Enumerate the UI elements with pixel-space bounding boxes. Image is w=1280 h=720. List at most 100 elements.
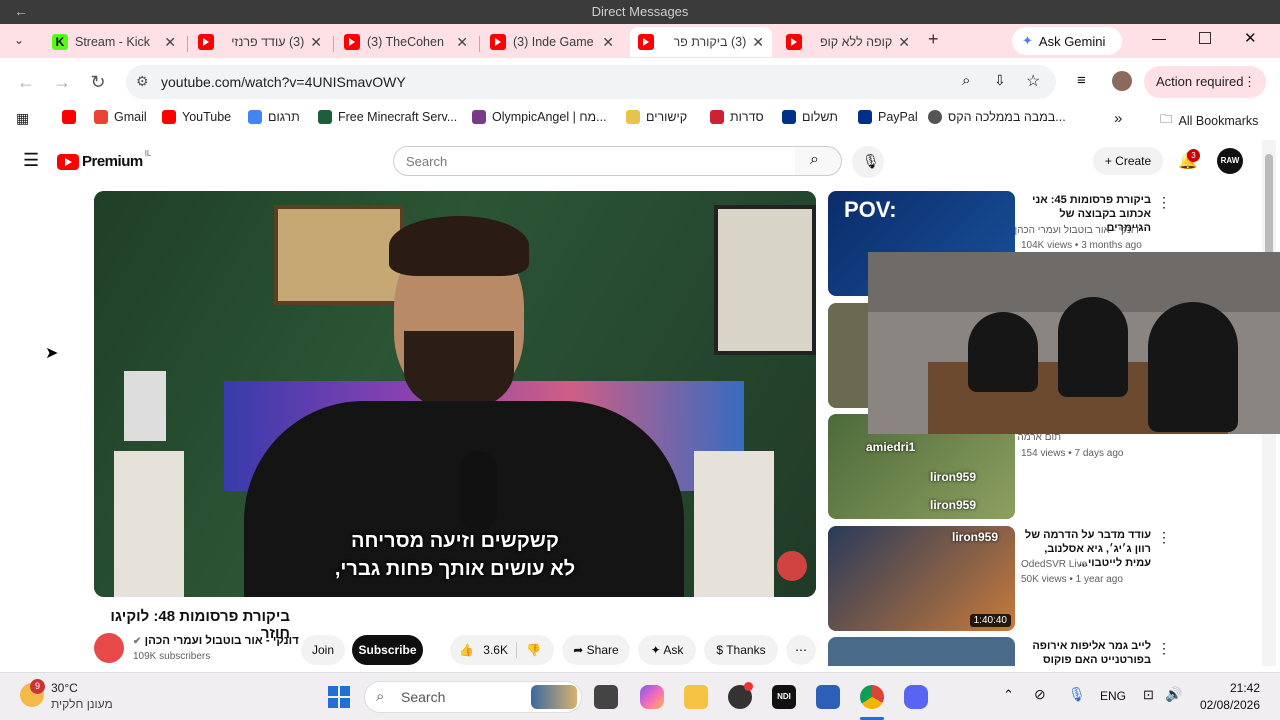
tray-app-icon[interactable]: ⊘ <box>1034 686 1046 703</box>
close-icon[interactable]: ✕ <box>602 34 614 51</box>
mic-icon: 🎙 <box>862 153 880 169</box>
tab-thecohen[interactable]: (3) TheCohen ✕ <box>336 27 476 57</box>
chrome-icon[interactable] <box>860 685 884 709</box>
hamburger-menu-icon[interactable]: ☰ <box>23 150 39 171</box>
rec-menu-kebab-icon[interactable]: ⋮ <box>1157 640 1171 657</box>
subscribe-button[interactable]: Subscribe <box>352 635 423 665</box>
back-button[interactable]: ← <box>14 70 38 94</box>
bookmark-gmail[interactable]: Gmail <box>94 110 147 124</box>
maximize-icon[interactable] <box>1199 32 1211 44</box>
bookmark-paypal[interactable]: PayPal <box>858 110 918 124</box>
bookmark-star-icon[interactable]: ☆ <box>1026 71 1040 91</box>
install-app-icon[interactable]: ⇩ <box>994 72 1006 89</box>
video-player[interactable]: קשקשים וזיעה מסריחה לא עושים אותך פחות ג… <box>94 191 816 597</box>
voice-search-button[interactable]: 🎙 <box>852 146 884 178</box>
create-button[interactable]: + Create <box>1093 147 1163 175</box>
discord-icon[interactable] <box>904 685 928 709</box>
weather-temp[interactable]: 30°C <box>51 681 78 695</box>
new-tab-button[interactable]: + <box>928 29 939 50</box>
apps-grid-icon[interactable]: ▦ <box>16 110 29 127</box>
channel-name[interactable]: דונקי - אור בוטבול ועמרי הכהן ✔ <box>133 635 299 647</box>
site-info-icon[interactable]: ⚙ <box>136 73 149 90</box>
minimize-icon[interactable]: — <box>1152 30 1166 46</box>
bookmark-translate[interactable]: תרגום <box>248 110 300 124</box>
mic-tray-icon[interactable]: 🎙 <box>1068 686 1086 703</box>
ask-button[interactable]: ✦ Ask <box>638 635 696 665</box>
ndi-icon[interactable]: NDI <box>772 685 796 709</box>
rec-channel[interactable]: דונקי - אור בוטבול ועמרי הכהן <box>1014 225 1139 236</box>
close-icon[interactable]: ✕ <box>898 34 910 51</box>
tab-label: Stream - Kick <box>75 35 151 49</box>
youtube-icon <box>638 34 654 50</box>
tab-inde-game[interactable]: (3) Inde Game ✕ <box>482 27 622 57</box>
windows-taskbar: 9 30°C מעונן חלקית ⌕ Search NDI ⌃ ⊘ 🎙 EN… <box>0 672 1280 720</box>
mouse-cursor-icon: ➤ <box>45 345 59 362</box>
media-control-icon[interactable]: ≡ <box>1077 72 1086 89</box>
close-icon[interactable]: ✕ <box>752 34 764 51</box>
subtitle-line: לא עושים אותך פחות גברי, <box>334 558 576 580</box>
bookmark-label: סדרות <box>730 110 764 124</box>
address-bar[interactable]: ⚙ youtube.com/watch?v=4UNISmavOWY ⌕ ⇩ ☆ <box>126 65 1056 99</box>
tab-oded[interactable]: (3) עודד פרנזי ✕ <box>190 27 330 57</box>
forward-button[interactable]: → <box>50 70 74 94</box>
channel-avatar[interactable] <box>94 633 124 663</box>
tab-kick[interactable]: K Stream - Kick ✕ <box>44 27 184 57</box>
account-avatar[interactable]: RAW <box>1217 148 1243 174</box>
bookmark-label: OlympicAngel | מח... <box>492 110 607 124</box>
like-count[interactable]: 3.6K <box>483 643 508 657</box>
reload-button[interactable]: ↻ <box>86 70 110 94</box>
more-actions-button[interactable]: ⋯ <box>786 635 816 665</box>
all-bookmarks[interactable]: 🗀 All Bookmarks <box>1160 110 1258 131</box>
tab-bikoret-active[interactable]: (3) ביקורת פר ✕ <box>630 27 772 57</box>
share-button[interactable]: ➦ Share <box>562 635 630 665</box>
join-button[interactable]: Join <box>301 635 345 665</box>
bookmark-label: תרגום <box>268 110 300 124</box>
bookmark-olympicangel[interactable]: OlympicAngel | מח... <box>472 110 607 124</box>
volume-icon[interactable]: 🔊 <box>1165 686 1182 703</box>
clock[interactable]: 21:42 02/08/2026 <box>1196 681 1260 712</box>
copilot-icon[interactable] <box>640 685 664 709</box>
taskbar-search-input[interactable]: ⌕ Search <box>364 681 582 713</box>
bookmarks-more-icon[interactable]: » <box>1114 110 1122 127</box>
close-icon[interactable]: ✕ <box>456 34 468 51</box>
close-icon[interactable]: ✕ <box>164 34 176 51</box>
thanks-button[interactable]: $ Thanks <box>704 635 778 665</box>
like-icon[interactable]: 👍 <box>459 643 474 657</box>
network-icon[interactable]: ⊡ <box>1143 687 1154 703</box>
rec-title[interactable]: לייב גמר אליפות אירופה בפורטנייט האם פוק… <box>1021 639 1151 667</box>
bookmark-links[interactable]: קישורים <box>626 110 687 124</box>
ask-gemini-button[interactable]: ✦ Ask Gemini <box>1012 27 1122 55</box>
gemini-sparkle-icon: ✦ <box>1022 33 1033 48</box>
rec-channel[interactable]: OdedSVR Live <box>1021 559 1087 570</box>
close-icon[interactable]: ✕ <box>310 34 322 51</box>
bookmark-youtube-icon[interactable] <box>62 110 82 124</box>
bookmark-payment[interactable]: תשלום <box>782 110 838 124</box>
action-required-button[interactable]: Action required ⋮ <box>1144 66 1266 98</box>
task-view-icon[interactable] <box>594 685 618 709</box>
window-close-icon[interactable]: ✕ <box>1244 29 1257 47</box>
dislike-icon[interactable]: 👎 <box>526 635 541 665</box>
search-icon: ⌕ <box>376 688 385 705</box>
zoom-icon[interactable]: ⌕ <box>962 72 970 89</box>
language-indicator[interactable]: ENG <box>1100 689 1126 703</box>
tab-kupa[interactable]: קופה ללא קופ ✕ <box>778 27 918 57</box>
notepad-icon[interactable] <box>816 685 840 709</box>
rec-menu-kebab-icon[interactable]: ⋮ <box>1157 194 1171 211</box>
bookmark-series[interactable]: סדרות <box>710 110 764 124</box>
rec-thumbnail[interactable] <box>828 637 1015 666</box>
youtube-premium-logo[interactable]: Premium IL <box>57 149 151 170</box>
windows-start-icon[interactable] <box>328 686 350 708</box>
search-input[interactable]: Search <box>393 146 796 176</box>
youtube-icon <box>344 34 360 50</box>
profile-avatar[interactable] <box>1112 71 1132 91</box>
bookmark-minecraft[interactable]: Free Minecraft Serv... <box>318 110 457 124</box>
bookmark-bamba[interactable]: במבה בממלכה הקס... <box>928 110 1066 124</box>
bookmark-youtube[interactable]: YouTube <box>162 110 231 124</box>
rec-menu-kebab-icon[interactable]: ⋮ <box>1157 529 1171 546</box>
tray-chevron-icon[interactable]: ⌃ <box>1003 687 1014 703</box>
search-button[interactable]: ⌕ <box>795 146 842 176</box>
weather-desc[interactable]: מעונן חלקית <box>51 697 113 711</box>
chat-username: liron959 <box>952 530 999 544</box>
file-explorer-icon[interactable] <box>684 685 708 709</box>
tab-search-chevron-icon[interactable]: ⌄ <box>14 33 24 47</box>
